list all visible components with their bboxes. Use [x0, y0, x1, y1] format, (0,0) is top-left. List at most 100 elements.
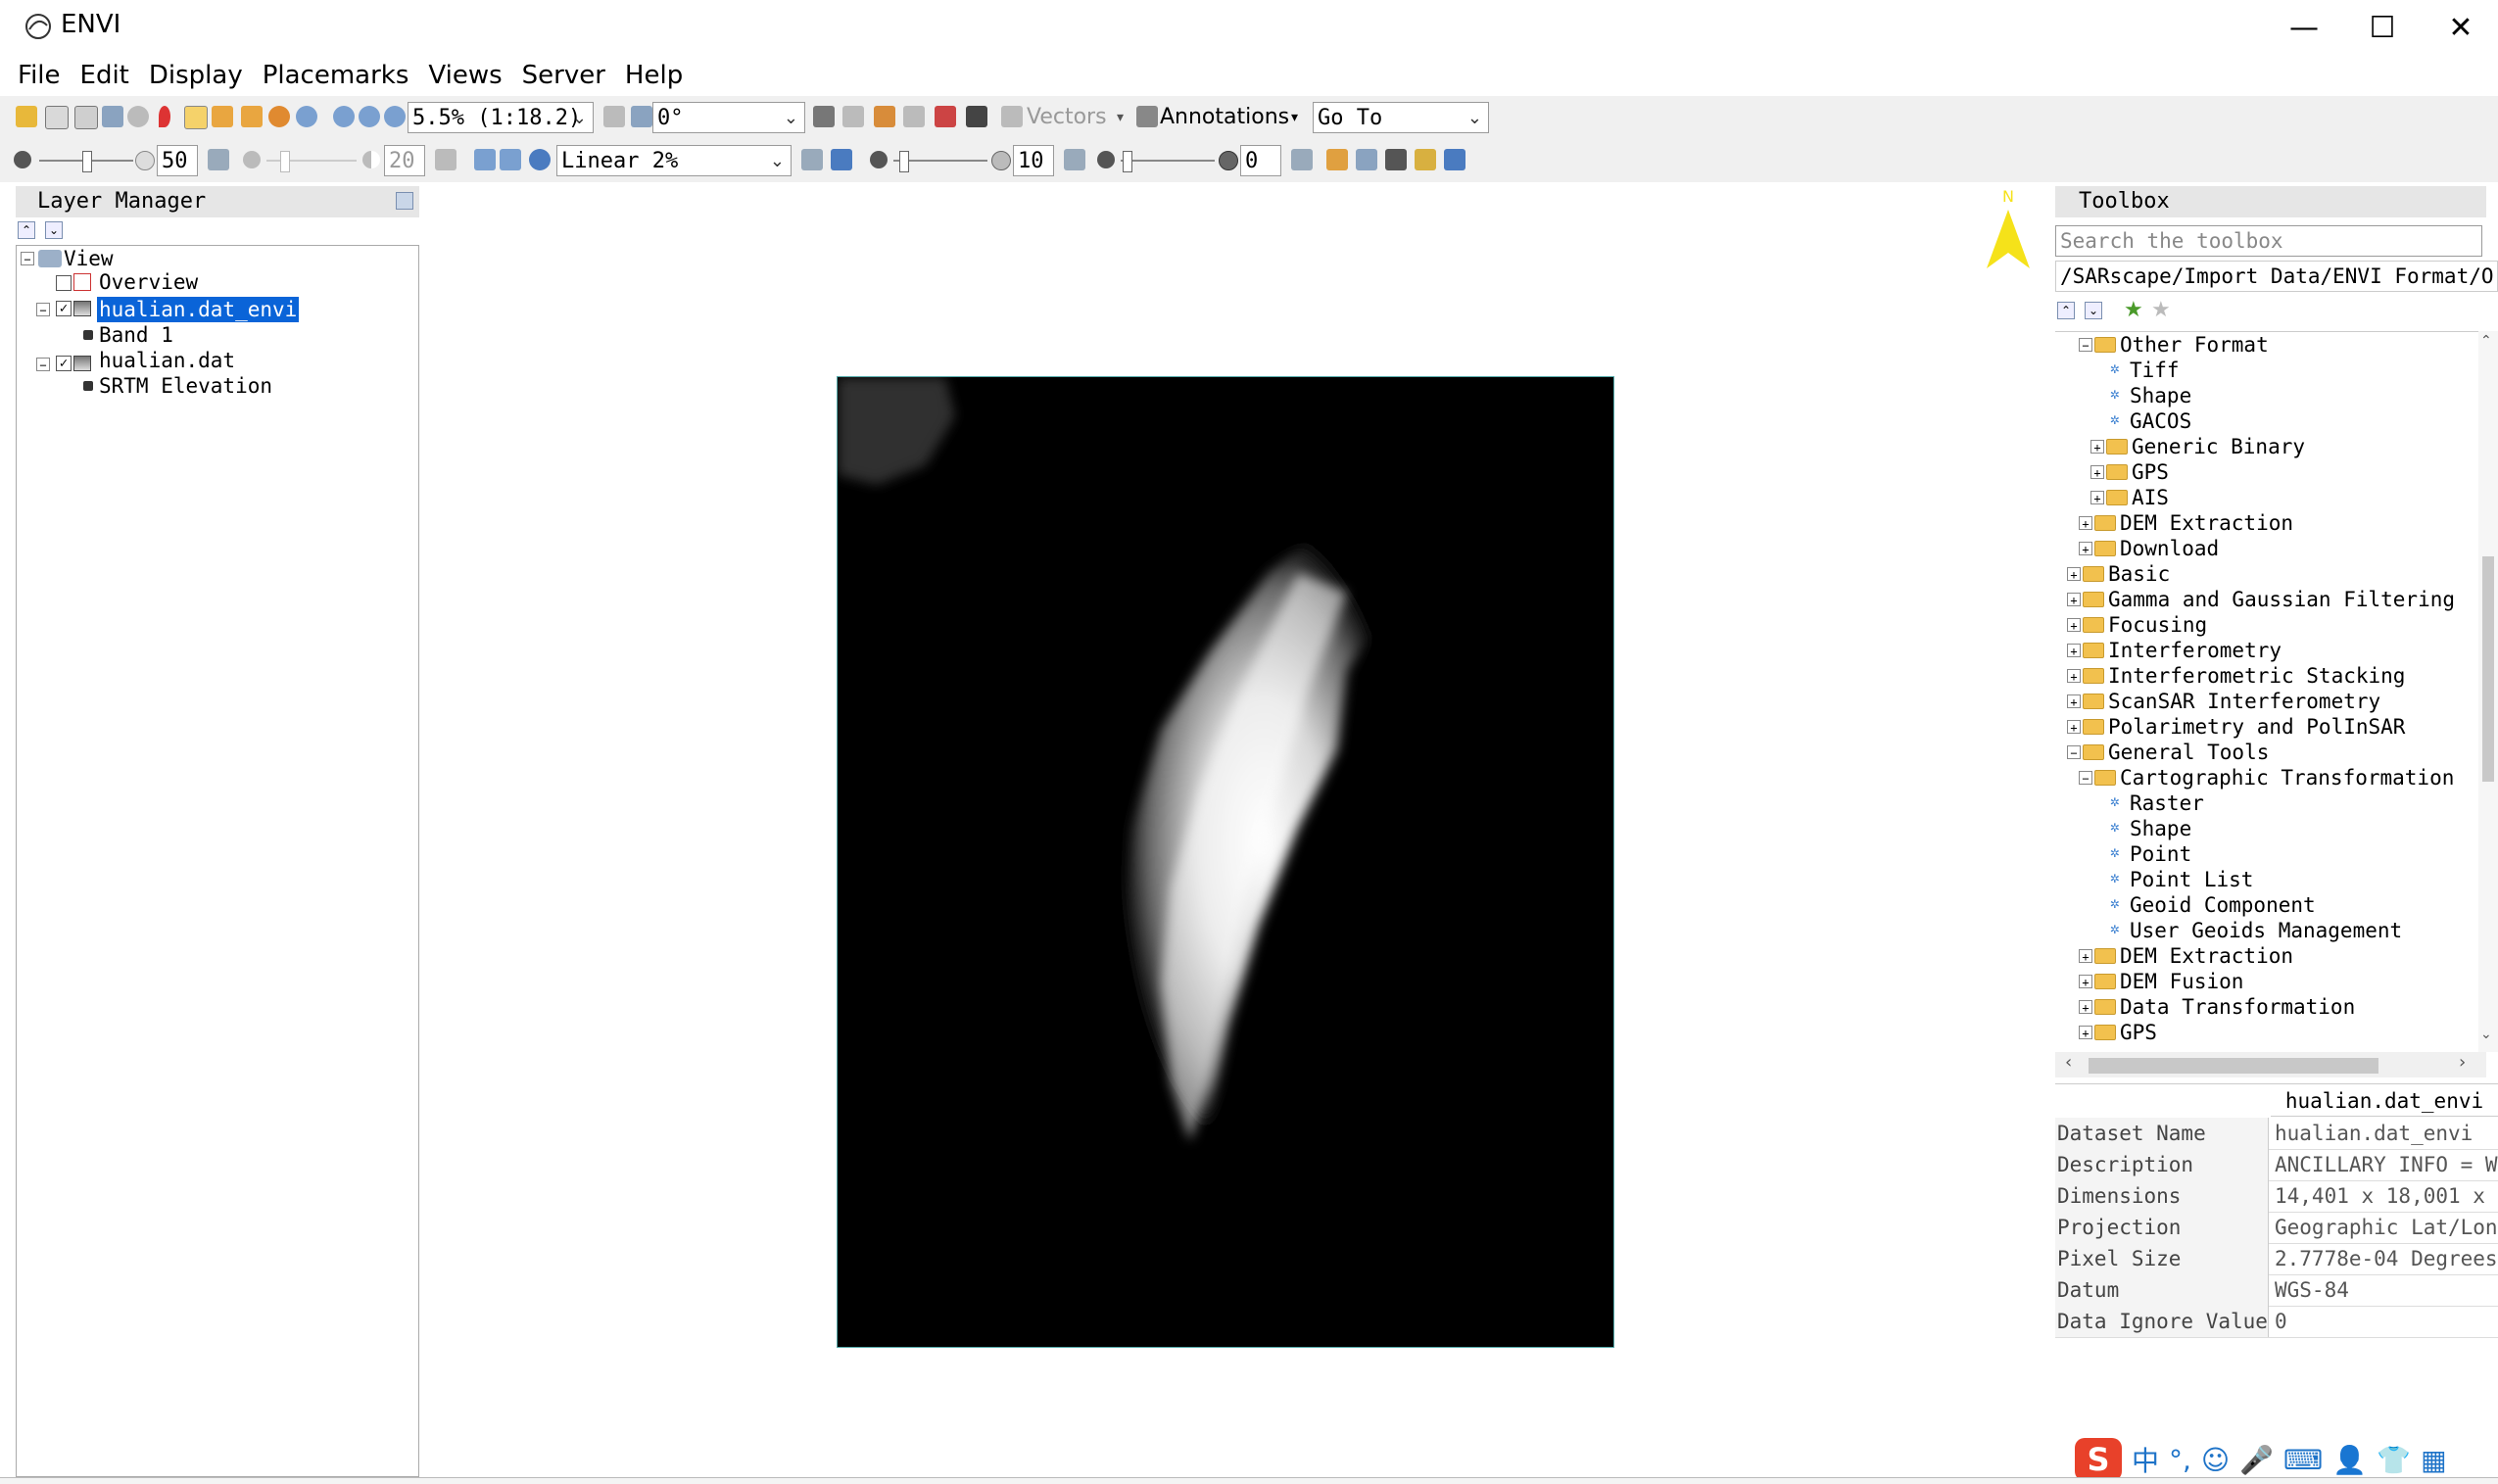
toolbox-item[interactable]: Download [2120, 536, 2219, 561]
property-value[interactable]: Geographic Lat/Lon [2271, 1212, 2498, 1243]
toolbox-item[interactable]: AIS [2132, 485, 2169, 510]
zoom-combo[interactable]: 5.5% (1:18.2) ⌄ [408, 102, 594, 133]
expand-all-icon[interactable]: ⌄ [2085, 302, 2102, 319]
open-icon[interactable] [16, 106, 37, 127]
band-icon[interactable] [1385, 149, 1407, 170]
vectors-icon[interactable] [1001, 106, 1023, 127]
toolbox-item[interactable]: General Tools [2108, 740, 2269, 765]
rotate-icon[interactable] [268, 106, 290, 127]
toolbox-item[interactable]: DEM Extraction [2120, 510, 2293, 536]
brightness-slider-handle[interactable] [82, 151, 92, 172]
menu-file[interactable]: File [0, 61, 71, 90]
data-manager-icon[interactable] [45, 106, 69, 129]
toolbox-grid-icon[interactable]: ▦ [2421, 1444, 2446, 1476]
keyboard-icon[interactable]: ⌨ [2283, 1444, 2323, 1476]
layer1-checkbox[interactable]: ✓ [56, 301, 72, 316]
toolbox-item[interactable]: Geoid Component [2130, 892, 2316, 918]
zoom-full-icon[interactable] [384, 106, 406, 127]
expand-icon[interactable]: + [2090, 491, 2104, 505]
contrast-field[interactable]: 20 [384, 145, 425, 176]
toolbox-item[interactable]: DEM Fusion [2120, 969, 2243, 994]
property-value[interactable]: ANCILLARY INFO = WRO [2271, 1149, 2498, 1180]
toolbox-vertical-scrollbar[interactable]: ⌃ ⌄ [2478, 331, 2498, 1052]
property-value[interactable]: 14,401 x 18,001 x 1 [2271, 1180, 2498, 1212]
chart-icon[interactable] [1326, 149, 1348, 170]
toolbox-item[interactable]: Interferometric Stacking [2108, 663, 2405, 689]
goto-combo[interactable]: Go To ⌄ [1313, 102, 1489, 133]
tree-layer-hualian-dat-envi[interactable]: hualian.dat_envi [97, 297, 300, 322]
toolbox-item[interactable]: User Geoids Management [2130, 918, 2402, 943]
expand-icon[interactable]: + [2079, 1000, 2092, 1015]
toolbox-item[interactable]: Cartographic Transformation [2120, 765, 2454, 790]
toolbox-item[interactable]: DEM Extraction [2120, 943, 2293, 969]
user-icon[interactable]: 👤 [2332, 1444, 2367, 1476]
annotations-button[interactable]: Annotations [1160, 96, 1289, 139]
select-icon[interactable] [184, 106, 208, 129]
skin-icon[interactable]: 👕 [2377, 1444, 2411, 1476]
fly-icon[interactable] [241, 106, 263, 127]
stretch-icon[interactable] [474, 149, 496, 170]
ime-mode[interactable]: 中 [2132, 1440, 2159, 1479]
sharpen-field[interactable]: 10 [1013, 145, 1054, 176]
annotations-icon[interactable] [1136, 106, 1158, 127]
color-table-icon[interactable] [831, 149, 852, 170]
menu-placemarks[interactable]: Placemarks [253, 61, 419, 90]
refresh-icon[interactable] [801, 149, 823, 170]
menu-help[interactable]: Help [615, 61, 693, 90]
transparency-slider-handle[interactable] [1123, 151, 1132, 172]
expand-icon[interactable]: + [2079, 542, 2092, 556]
property-value[interactable]: hualian.dat_envi [2271, 1118, 2498, 1149]
pin-icon[interactable] [396, 192, 413, 210]
menu-edit[interactable]: Edit [71, 61, 139, 90]
toolbox-item[interactable]: Data Transformation [2120, 994, 2355, 1020]
layer2-checkbox[interactable]: ✓ [56, 356, 72, 371]
histogram-icon[interactable] [500, 149, 521, 170]
scroll-up-icon[interactable]: ⌃ [2480, 333, 2492, 349]
tree-overview[interactable]: Overview [99, 269, 198, 295]
reset-brightness-icon[interactable] [208, 149, 229, 170]
rotate-right-icon[interactable] [631, 106, 652, 127]
close-button[interactable]: ✕ [2422, 6, 2498, 49]
property-value[interactable]: 2.7778e-04 Degrees [2271, 1243, 2498, 1274]
toolbox-item[interactable]: Shape [2130, 383, 2191, 408]
sogou-logo-icon[interactable]: S [2075, 1438, 2122, 1481]
microphone-icon[interactable]: 🎤 [2239, 1444, 2274, 1476]
emoji-icon[interactable]: ☺ [2201, 1444, 2230, 1476]
toolbox-item[interactable]: Point List [2130, 867, 2253, 892]
globe-icon[interactable] [529, 149, 551, 170]
minimize-button[interactable]: — [2265, 6, 2343, 49]
layer-swipe-icon[interactable] [813, 106, 835, 127]
expand-icon[interactable]: + [2079, 516, 2092, 531]
scrollbar-thumb[interactable] [2482, 556, 2494, 782]
toolbox-item[interactable]: Basic [2108, 561, 2170, 587]
vectors-button[interactable]: Vectors [1027, 96, 1107, 139]
vector-icon[interactable] [935, 106, 956, 127]
toolbox-item[interactable]: Polarimetry and PolInSAR [2108, 714, 2405, 740]
scroll-left-icon[interactable]: ‹ [2065, 1052, 2072, 1073]
dem-image[interactable] [837, 376, 1614, 1348]
reset-transparency-icon[interactable] [1291, 149, 1313, 170]
scroll-down-icon[interactable]: ⌄ [2480, 1027, 2492, 1042]
expand-all-icon[interactable]: ⌄ [45, 221, 63, 239]
overview-checkbox[interactable] [56, 275, 72, 291]
menu-server[interactable]: Server [512, 61, 615, 90]
collapse-all-icon[interactable]: ⌃ [2057, 302, 2075, 319]
reset-contrast-icon[interactable] [435, 149, 456, 170]
vectors-dropdown-icon[interactable]: ▾ [1117, 96, 1124, 139]
maximize-button[interactable]: ☐ [2343, 6, 2422, 49]
toolbox-item[interactable]: Other Format [2120, 332, 2269, 358]
toolbox-item[interactable]: Interferometry [2108, 638, 2282, 663]
favorites-icon[interactable]: ★ [2151, 298, 2171, 322]
property-value[interactable]: 0 [2271, 1306, 2498, 1337]
portal-icon[interactable] [903, 106, 925, 127]
zoom-in-icon[interactable] [333, 106, 355, 127]
grid-icon[interactable] [1444, 149, 1465, 170]
expand-icon[interactable]: + [2067, 669, 2081, 684]
toolbox-item[interactable]: Raster [2130, 790, 2204, 816]
transparency-field[interactable]: 0 [1240, 145, 1281, 176]
toolbox-item[interactable]: GACOS [2130, 408, 2191, 434]
annotations-dropdown-icon[interactable]: ▾ [1291, 96, 1298, 139]
menu-display[interactable]: Display [139, 61, 253, 90]
tree-view[interactable]: View [64, 246, 114, 271]
collapse-icon[interactable]: − [36, 303, 50, 317]
